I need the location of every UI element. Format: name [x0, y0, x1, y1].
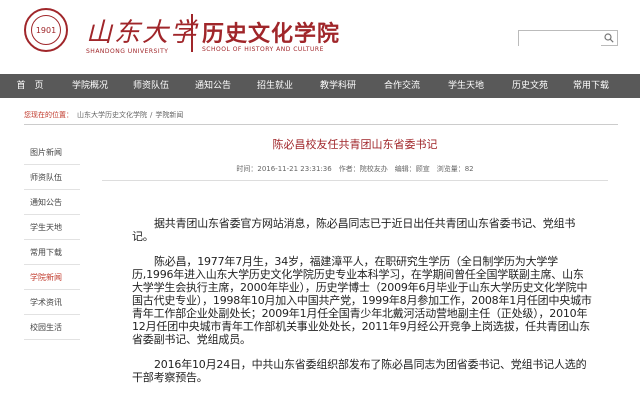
article: 陈必昌校友任共青团山东省委书记 时间：2016-11-21 23:31:36 作…	[92, 128, 618, 396]
site-header: 1901 山东大学 SHANDONG UNIVERSITY 历史文化学院 SCH…	[0, 0, 640, 68]
sidebar-item-students[interactable]: 学生天地	[24, 215, 80, 240]
article-body: 据共青团山东省委官方网站消息，陈必昌同志已于近日出任共青团山东省委书记、党组书记…	[92, 217, 618, 384]
header-divider	[191, 14, 193, 52]
nav-history-garden[interactable]: 历史文苑	[498, 74, 562, 98]
department-name-en: SCHOOL OF HISTORY AND CULTURE	[202, 46, 324, 53]
article-title: 陈必昌校友任共青团山东省委书记	[272, 138, 438, 151]
breadcrumb: 您现在的位置： 山东大学历史文化学院 / 学院新闻	[24, 110, 183, 120]
nav-cooperation[interactable]: 合作交流	[370, 74, 434, 98]
seal-year: 1901	[31, 15, 61, 45]
sidebar-item-photo-news[interactable]: 图片新闻	[24, 140, 80, 165]
breadcrumb-separator: /	[150, 111, 153, 119]
article-paragraph: 据共青团山东省委官方网站消息，陈必昌同志已于近日出任共青团山东省委书记、党组书记…	[132, 217, 576, 243]
article-paragraph: 陈必昌，1977年7月生，34岁，福建漳平人，在职研究生学历（全日制学历为大学学…	[132, 255, 592, 346]
breadcrumb-link-news[interactable]: 学院新闻	[155, 110, 183, 120]
breadcrumb-divider	[24, 124, 618, 125]
nav-faculty[interactable]: 师资队伍	[120, 74, 182, 98]
nav-home[interactable]: 首 页	[0, 74, 60, 98]
university-name-en: SHANDONG UNIVERSITY	[86, 48, 169, 55]
search-input[interactable]	[519, 36, 601, 51]
meta-divider	[102, 180, 608, 181]
article-paragraph: 2016年10月24日，中共山东省委组织部发布了陈必昌同志为团省委书记、党组书记…	[132, 358, 587, 384]
nav-teaching-research[interactable]: 教学科研	[306, 74, 370, 98]
nav-about[interactable]: 学院概况	[60, 74, 120, 98]
nav-students[interactable]: 学生天地	[434, 74, 498, 98]
sidebar-item-notices[interactable]: 通知公告	[24, 190, 80, 215]
nav-notices[interactable]: 通知公告	[182, 74, 244, 98]
search-icon[interactable]	[604, 33, 614, 43]
nav-downloads[interactable]: 常用下载	[562, 74, 620, 98]
sidebar-item-downloads[interactable]: 常用下载	[24, 240, 80, 265]
sidebar-item-academic-info[interactable]: 学术资讯	[24, 290, 80, 315]
sidebar-item-school-news[interactable]: 学院新闻	[24, 265, 80, 290]
main-nav: 首 页 学院概况 师资队伍 通知公告 招生就业 教学科研 合作交流 学生天地 历…	[0, 74, 640, 98]
department-name-cn: 历史文化学院	[202, 21, 341, 47]
university-name-cn: 山东大学	[86, 18, 199, 48]
sidebar-item-faculty[interactable]: 师资队伍	[24, 165, 80, 190]
sidebar-item-campus-life[interactable]: 校园生活	[24, 315, 80, 340]
university-seal-logo[interactable]: 1901	[24, 8, 68, 52]
breadcrumb-link-school[interactable]: 山东大学历史文化学院	[77, 110, 147, 120]
sidebar: 图片新闻 师资队伍 通知公告 学生天地 常用下载 学院新闻 学术资讯 校园生活	[24, 140, 80, 340]
breadcrumb-label: 您现在的位置：	[24, 111, 73, 119]
search-box	[518, 30, 618, 51]
nav-admissions[interactable]: 招生就业	[244, 74, 306, 98]
article-meta: 时间：2016-11-21 23:31:36 作者：院校友办 编辑：顾宣 浏览量…	[236, 165, 474, 173]
